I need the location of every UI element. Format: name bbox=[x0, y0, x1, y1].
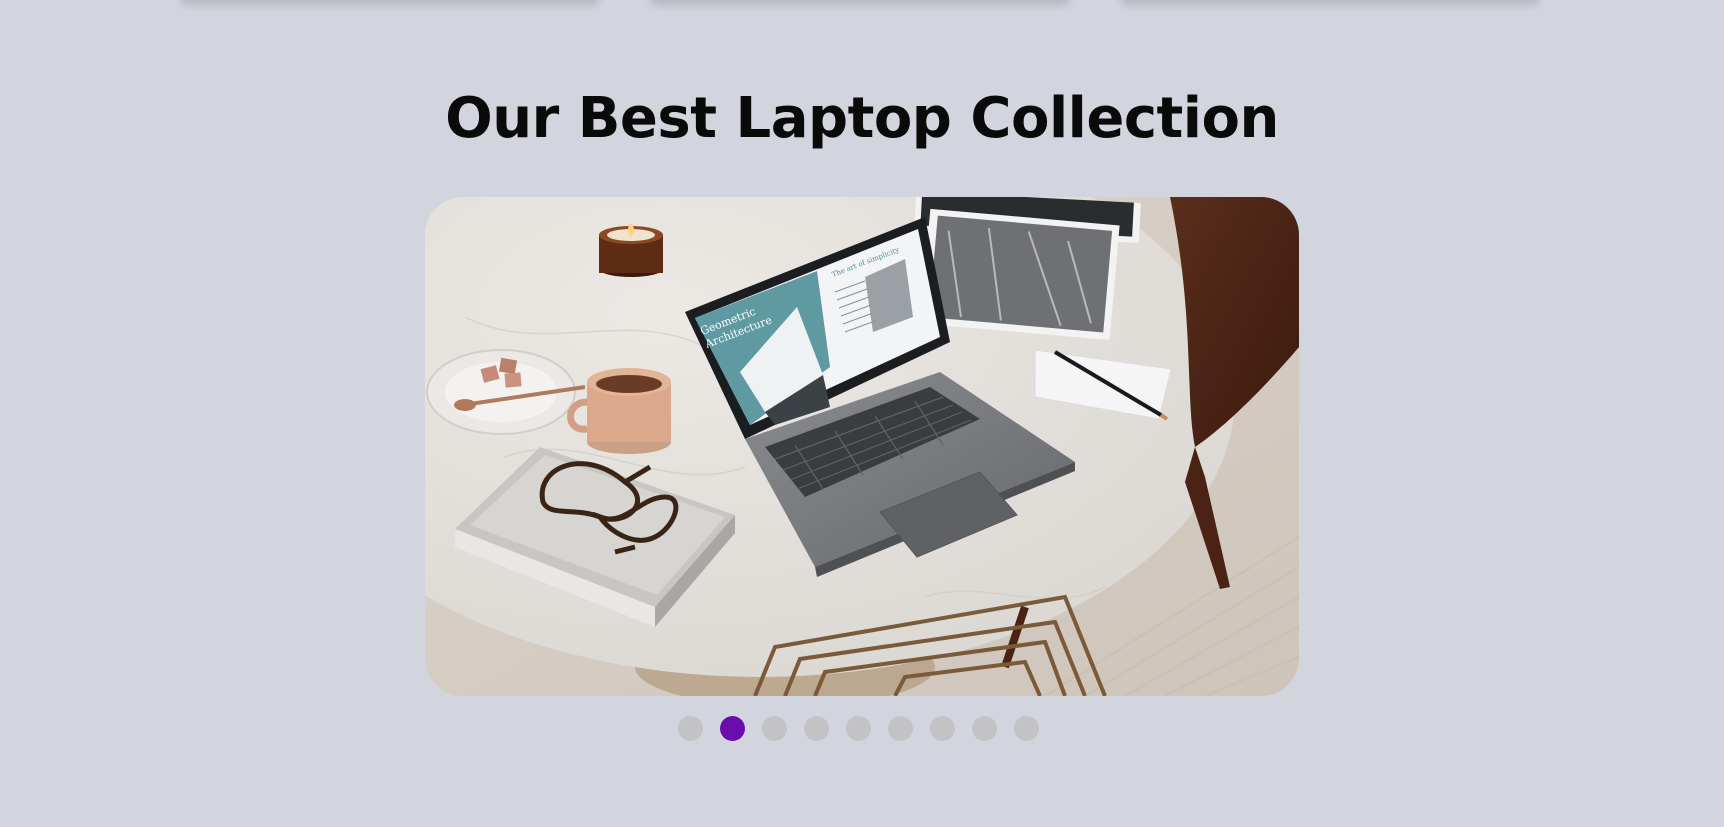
carousel-pagination bbox=[678, 716, 1039, 742]
carousel-dot-8[interactable] bbox=[972, 716, 997, 741]
carousel-dot-4[interactable] bbox=[804, 716, 829, 741]
section-title: Our Best Laptop Collection bbox=[445, 86, 1279, 151]
laptop-carousel[interactable]: Geometric Architecture The art of simpli… bbox=[425, 197, 1299, 696]
carousel-dot-1[interactable] bbox=[678, 716, 703, 741]
carousel-slide-image: Geometric Architecture The art of simpli… bbox=[425, 197, 1299, 696]
carousel-dot-7[interactable] bbox=[930, 716, 955, 741]
carousel-dot-3[interactable] bbox=[762, 716, 787, 741]
carousel-dot-9[interactable] bbox=[1014, 716, 1039, 741]
carousel-dot-5[interactable] bbox=[846, 716, 871, 741]
carousel-dot-6[interactable] bbox=[888, 716, 913, 741]
previous-section-cards bbox=[0, 0, 1724, 12]
carousel-dot-2[interactable] bbox=[720, 716, 745, 741]
